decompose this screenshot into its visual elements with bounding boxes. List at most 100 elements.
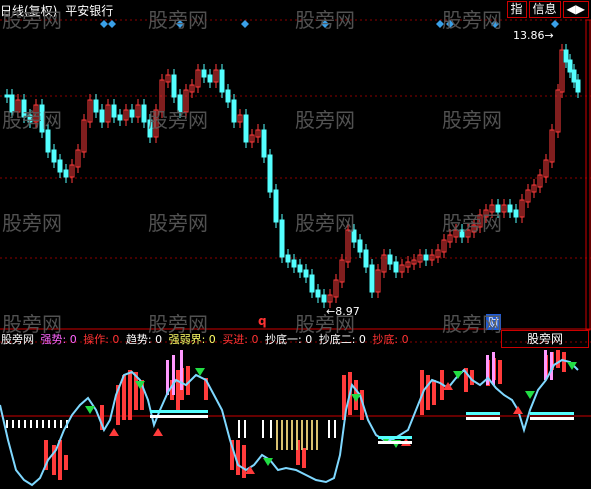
marker-diamond (241, 20, 249, 28)
legend-bottom-1: 抄底一: 0 (265, 333, 313, 346)
toolbar-right: 指 信息 ◀▶ (506, 1, 589, 18)
trend-tick (18, 420, 20, 428)
candle-body (507, 204, 513, 213)
indicator-bar (122, 375, 126, 420)
candle-body (45, 129, 51, 153)
candle-body (423, 254, 429, 261)
marker-diamond (436, 20, 444, 28)
trend-tick (48, 420, 50, 428)
marker-diamond (491, 20, 499, 28)
candle-body (267, 154, 273, 193)
candle-body (201, 69, 207, 78)
candle-body (303, 269, 309, 278)
candle-body (363, 249, 369, 268)
boundary-bar (306, 420, 308, 450)
legend-operate: 操作: 0 (83, 333, 120, 346)
indicator-tab[interactable]: 股旁网 (501, 330, 589, 348)
bottom-band (530, 417, 574, 420)
candle-body (285, 254, 291, 263)
indicator-bar (562, 352, 566, 372)
indicator-bar (176, 370, 180, 410)
candle-body (9, 94, 15, 113)
candle-body (27, 114, 33, 123)
info-button[interactable]: 信息 (528, 1, 561, 18)
indicator-bar (498, 360, 502, 384)
period-label[interactable]: 日线(复权) (0, 4, 57, 18)
right-border (585, 19, 591, 331)
candle-body (351, 229, 357, 243)
marker-diamond (321, 20, 329, 28)
marker-diamond (176, 20, 184, 28)
candle-body (459, 229, 465, 238)
legend-bottom-2: 抄底二: 0 (318, 333, 366, 346)
candle-body (21, 99, 27, 118)
candle-body (495, 204, 501, 213)
trend-tick (54, 420, 56, 428)
index-button[interactable]: 指 (506, 1, 527, 18)
legend-buy: 买进: 0 (222, 333, 259, 346)
strong-bar (172, 355, 175, 395)
boundary-bar (291, 420, 293, 450)
candle-body (57, 159, 63, 173)
candle-body (225, 89, 231, 103)
indicator-bar (302, 448, 306, 468)
trend-tick (328, 420, 330, 438)
bottom-band (150, 410, 208, 413)
indicator-bar (64, 455, 68, 470)
legend-bottom: 抄底: 0 (372, 333, 409, 346)
trend-tick (238, 420, 240, 438)
candle-body (4, 94, 10, 98)
candle-body (177, 94, 183, 113)
candle-body (291, 259, 297, 268)
candle-body (93, 99, 99, 113)
sell-signal (453, 371, 463, 379)
candle-body (357, 239, 363, 253)
candle-body (321, 294, 327, 303)
trend-tick (12, 420, 14, 428)
stock-chart-canvas (0, 19, 591, 487)
candle-body (129, 109, 135, 118)
candle-body (171, 74, 177, 98)
trend-tick (60, 420, 62, 428)
candle-body (207, 74, 213, 83)
trend-tick (24, 420, 26, 428)
indicator-bar (556, 350, 560, 368)
marker-diamond (551, 20, 559, 28)
trend-tick (30, 420, 32, 428)
high-price-label: 13.86→ (513, 29, 554, 42)
trend-tick (262, 420, 264, 438)
bottom-band (378, 441, 412, 444)
marker-diamond (100, 20, 108, 28)
candle-body (571, 69, 577, 83)
chart-header: 日线(复权) 平安银行 (0, 2, 117, 18)
indicator-name[interactable]: 股旁网 (1, 333, 34, 346)
sell-signal (525, 391, 535, 399)
trend-tick (334, 420, 336, 438)
legend-strong: 强势: 0 (40, 333, 77, 346)
candle-body (147, 119, 153, 138)
bottom-band (530, 412, 574, 415)
candle-body (297, 264, 303, 273)
candle-body (99, 109, 105, 123)
candle-body (369, 264, 375, 293)
indicator-bar (426, 375, 430, 410)
candle-body (273, 189, 279, 223)
boundary-bar (286, 420, 288, 450)
indicator-bar (432, 380, 436, 405)
candle-body (309, 274, 315, 293)
scroll-arrows-button[interactable]: ◀▶ (562, 1, 589, 18)
candle-body (261, 129, 267, 158)
bottom-band (466, 417, 500, 420)
sell-signal (351, 394, 361, 402)
candle-body (279, 219, 285, 258)
strong-bar (492, 352, 495, 385)
indicator-bar (128, 370, 132, 420)
sell-signal (85, 406, 95, 414)
stock-name: 平安银行 (65, 4, 114, 18)
finance-marker[interactable]: 财 (486, 314, 501, 330)
q-marker: q (258, 314, 267, 328)
candle-body (387, 254, 393, 265)
candle-body (563, 49, 569, 63)
indicator-curve (0, 358, 579, 487)
candle-body (575, 79, 581, 93)
